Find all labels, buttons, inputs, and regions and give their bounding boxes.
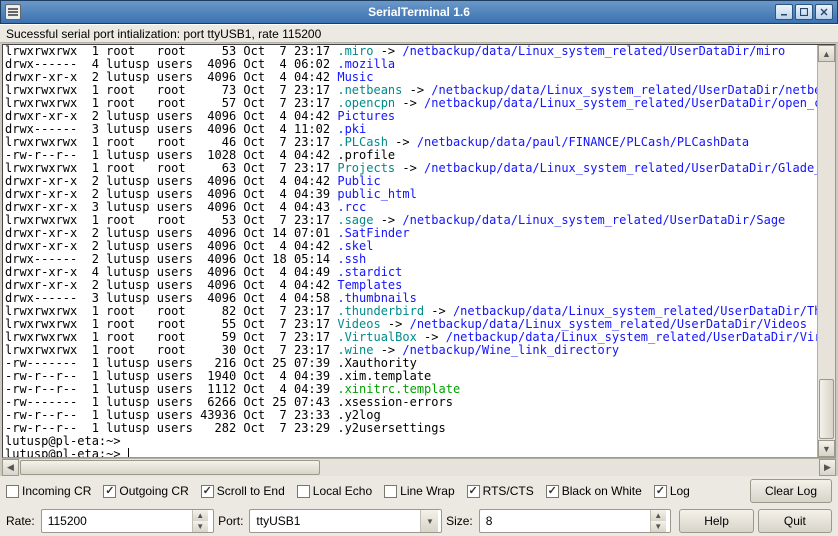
port-select[interactable]: ▼	[249, 509, 442, 533]
scroll-thumb[interactable]	[819, 379, 834, 439]
maximize-button[interactable]	[795, 4, 813, 20]
log-checkbox[interactable]: Log	[654, 484, 690, 498]
size-label: Size:	[446, 514, 473, 528]
black-on-white-label: Black on White	[562, 484, 642, 498]
rate-input[interactable]	[42, 514, 192, 528]
options-row: Incoming CR Outgoing CR Scroll to End Lo…	[0, 476, 838, 506]
rts-cts-checkbox[interactable]: RTS/CTS	[467, 484, 534, 498]
terminal-frame: lrwxrwxrwx 1 root root 53 Oct 7 23:17 .m…	[2, 44, 836, 458]
vertical-scrollbar[interactable]: ▲ ▼	[817, 45, 835, 457]
titlebar: SerialTerminal 1.6	[0, 0, 838, 24]
hscroll-thumb[interactable]	[20, 460, 320, 475]
local-echo-label: Local Echo	[313, 484, 372, 498]
help-button[interactable]: Help	[679, 509, 753, 533]
scroll-to-end-label: Scroll to End	[217, 484, 285, 498]
quit-button[interactable]: Quit	[758, 509, 832, 533]
settings-row: Rate: ▲▼ Port: ▼ Size: ▲▼ Help Quit	[0, 506, 838, 536]
status-message: Sucessful serial port intialization: por…	[0, 24, 838, 43]
scroll-left-icon[interactable]: ◀	[2, 459, 19, 476]
close-button[interactable]	[815, 4, 833, 20]
horizontal-scrollbar[interactable]: ◀ ▶	[2, 458, 836, 476]
rate-label: Rate:	[6, 514, 35, 528]
port-label: Port:	[218, 514, 243, 528]
incoming-cr-label: Incoming CR	[22, 484, 91, 498]
rts-cts-label: RTS/CTS	[483, 484, 534, 498]
outgoing-cr-label: Outgoing CR	[119, 484, 188, 498]
size-down-icon[interactable]: ▼	[651, 521, 666, 532]
port-input[interactable]	[250, 514, 420, 528]
app-icon	[5, 4, 21, 20]
size-up-icon[interactable]: ▲	[651, 510, 666, 521]
scroll-right-icon[interactable]: ▶	[819, 459, 836, 476]
line-wrap-checkbox[interactable]: Line Wrap	[384, 484, 454, 498]
outgoing-cr-checkbox[interactable]: Outgoing CR	[103, 484, 188, 498]
scroll-down-icon[interactable]: ▼	[818, 440, 835, 457]
log-label: Log	[670, 484, 690, 498]
port-dropdown-icon[interactable]: ▼	[420, 510, 438, 532]
rate-down-icon[interactable]: ▼	[193, 521, 208, 532]
local-echo-checkbox[interactable]: Local Echo	[297, 484, 372, 498]
minimize-button[interactable]	[775, 4, 793, 20]
rate-spinner[interactable]: ▲▼	[41, 509, 214, 533]
size-spinner[interactable]: ▲▼	[479, 509, 672, 533]
size-input[interactable]	[480, 514, 650, 528]
terminal-output[interactable]: lrwxrwxrwx 1 root root 53 Oct 7 23:17 .m…	[3, 45, 817, 457]
incoming-cr-checkbox[interactable]: Incoming CR	[6, 484, 91, 498]
scroll-up-icon[interactable]: ▲	[818, 45, 835, 62]
clear-log-button[interactable]: Clear Log	[750, 479, 832, 503]
black-on-white-checkbox[interactable]: Black on White	[546, 484, 642, 498]
scroll-to-end-checkbox[interactable]: Scroll to End	[201, 484, 285, 498]
rate-up-icon[interactable]: ▲	[193, 510, 208, 521]
window-title: SerialTerminal 1.6	[1, 5, 837, 19]
line-wrap-label: Line Wrap	[400, 484, 454, 498]
